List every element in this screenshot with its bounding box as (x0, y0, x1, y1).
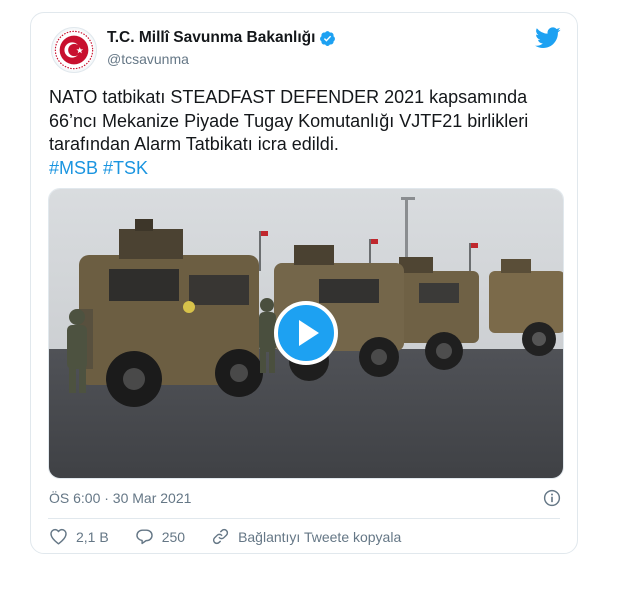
link-icon (213, 528, 229, 545)
verified-badge-icon (320, 30, 336, 46)
play-button[interactable] (274, 301, 338, 365)
divider (48, 518, 560, 519)
heart-icon (50, 528, 67, 545)
handle[interactable]: @tcsavunma (107, 51, 189, 67)
reply-count: 250 (161, 528, 186, 545)
copy-link-button[interactable]: Bağlantıyı Tweete kopyala (211, 527, 401, 546)
like-button[interactable]: 2,1 B (49, 527, 109, 546)
hashtag-tsk-link[interactable]: #TSK (103, 158, 148, 178)
tweet-timestamp[interactable]: ÖS 6:00 · 30 Mar 2021 (49, 490, 191, 506)
copy-link-label: Bağlantıyı Tweete kopyala (238, 528, 402, 545)
reply-button[interactable]: 250 (135, 527, 185, 546)
video-player[interactable] (48, 188, 564, 479)
tweet-text: NATO tatbikatı STEADFAST DEFENDER 2021 k… (49, 86, 564, 180)
info-icon[interactable] (543, 489, 561, 507)
avatar[interactable] (51, 27, 97, 73)
hashtag-msb-link[interactable]: #MSB (49, 158, 98, 178)
tweet-text-line: tarafından Alarm Tatbikatı icra edildi. (49, 134, 339, 154)
like-count: 2,1 B (76, 528, 109, 545)
tweet-card[interactable]: T.C. Millî Savunma Bakanlığı @tcsavunma … (30, 12, 578, 554)
tweet-text-line: 66’ncı Mekanize Piyade Tugay Komutanlığı… (49, 110, 529, 131)
ministry-seal-icon (53, 29, 95, 71)
play-icon (299, 320, 319, 346)
twitter-bird-icon[interactable] (535, 27, 561, 49)
tweet-text-line: NATO tatbikatı STEADFAST DEFENDER 2021 k… (49, 87, 528, 107)
tweet-actions: 2,1 B 250 Bağlantıyı Tweete kopyala (49, 527, 401, 546)
reply-bubble-icon (135, 529, 153, 545)
display-name[interactable]: T.C. Millî Savunma Bakanlığı (107, 29, 315, 47)
